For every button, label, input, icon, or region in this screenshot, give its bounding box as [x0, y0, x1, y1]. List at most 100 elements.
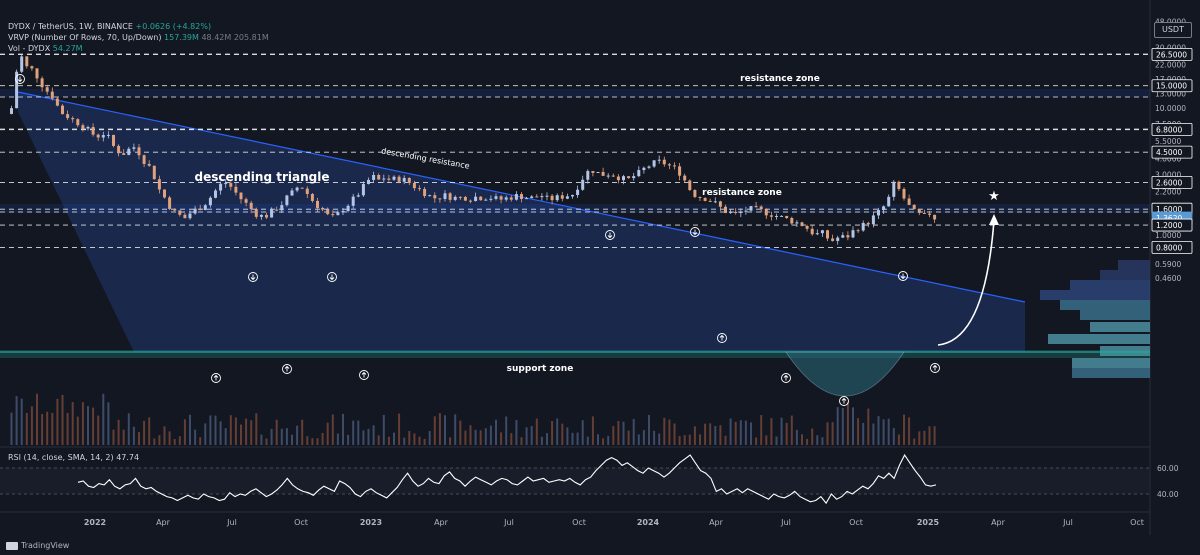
candle-body-96	[499, 196, 503, 200]
volume-bar-61	[321, 432, 324, 445]
candle-body-66	[346, 205, 350, 211]
volume-bar-71	[372, 425, 375, 445]
volume-bar-119	[617, 420, 620, 445]
volume-bar-174	[897, 434, 900, 445]
candle-body-6	[40, 78, 44, 88]
swing-low-marker-6	[930, 363, 940, 373]
candle-body-165	[851, 230, 855, 238]
volume-bar-57	[301, 419, 304, 445]
volume-bar-28	[153, 438, 156, 445]
volume-profile-row-6	[1090, 322, 1150, 332]
volume-bar-26	[143, 420, 146, 445]
candle-body-41	[219, 183, 223, 191]
price-tick-6: 10.0000	[1155, 104, 1186, 113]
candle-body-30	[163, 189, 166, 198]
volume-bar-110	[571, 432, 574, 445]
candle-body-147	[759, 206, 763, 210]
candle-body-21	[117, 145, 121, 154]
volume-bar-106	[551, 421, 554, 445]
candle-body-56	[295, 187, 299, 191]
rsi-header: RSI (14, close, SMA, 14, 2) 47.74	[8, 453, 139, 463]
volume-bar-58	[306, 436, 309, 445]
volume-bar-67	[352, 420, 355, 445]
volume-bar-85	[444, 415, 446, 445]
volume-bar-39	[209, 415, 212, 445]
price-change: +0.0626 (+4.82%)	[135, 22, 212, 31]
candle-body-111	[576, 189, 580, 196]
candle-body-81	[423, 188, 427, 197]
vrvp-value-up: 157.39M	[164, 33, 199, 42]
volume-bar-121	[627, 430, 630, 445]
volume-bar-142	[734, 421, 737, 445]
volume-bar-156	[806, 438, 809, 445]
candle-body-45	[239, 192, 243, 200]
volume-bar-82	[428, 431, 431, 445]
candle-body-105	[545, 195, 549, 197]
candle-body-161	[831, 238, 835, 241]
candle-body-178	[917, 208, 921, 213]
candle-body-90	[469, 200, 472, 202]
rsi-tick-0: 60.00	[1157, 464, 1179, 473]
volume-profile-row-4	[1060, 300, 1150, 310]
candle-body-142	[734, 211, 738, 213]
candle-body-169	[871, 215, 875, 225]
volume-value: 54.27M	[52, 44, 83, 53]
candle-body-132	[683, 175, 687, 181]
volume-bar-19	[107, 402, 110, 445]
volume-bar-127	[658, 433, 661, 445]
volume-bar-29	[158, 435, 161, 445]
candle-body-38	[203, 205, 207, 211]
candle-body-12	[71, 118, 75, 120]
candle-body-180	[928, 213, 931, 215]
candle-body-86	[448, 193, 452, 200]
candle-body-4	[30, 66, 34, 69]
volume-bar-87	[454, 414, 457, 445]
candle-body-9	[55, 98, 59, 106]
candle-body-92	[479, 196, 483, 201]
volume-bar-111	[576, 432, 579, 445]
volume-profile-row-3	[1040, 290, 1150, 300]
price-chart[interactable]: ★ resistance zone resistance zone descendin…	[0, 0, 1200, 555]
candle-body-13	[76, 119, 80, 126]
annotation-0: resistance zone	[740, 74, 820, 84]
volume-bar-147	[760, 415, 763, 445]
time-tick-11: Oct	[849, 518, 863, 527]
candle-body-139	[718, 201, 722, 207]
rsi-value: 47.74	[116, 453, 140, 462]
volume-bar-170	[877, 416, 880, 445]
volume-bar-129	[668, 419, 671, 445]
candle-body-166	[856, 230, 860, 232]
volume-bar-117	[607, 435, 610, 445]
candle-body-11	[66, 114, 70, 119]
candle-body-115	[596, 172, 600, 174]
candle-body-167	[861, 222, 865, 231]
symbol-header: DYDX / TetherUS, 1W, BINANCE +0.0626 (+4…	[8, 22, 211, 32]
candle-body-29	[157, 179, 161, 190]
volume-bar-54	[285, 428, 288, 445]
volume-bar-25	[138, 432, 140, 445]
price-tick-12: 1.0000	[1155, 231, 1181, 240]
price-tick-3: 22.0000	[1155, 61, 1186, 70]
volume-bar-6	[41, 414, 44, 445]
volume-bar-35	[189, 414, 191, 445]
candle-body-128	[662, 159, 666, 165]
annotation-2: descending triangle	[195, 170, 330, 184]
volume-bar-51	[270, 428, 273, 445]
volume-bar-42	[224, 428, 227, 445]
volume-bar-132	[683, 435, 686, 445]
candle-body-112	[581, 179, 585, 190]
volume-bar-63	[331, 414, 334, 445]
candle-body-103	[535, 196, 539, 198]
currency-button[interactable]: USDT	[1154, 22, 1192, 38]
volume-bar-122	[632, 418, 635, 445]
volume-profile-row-1	[1100, 270, 1150, 280]
candle-body-25	[137, 147, 141, 156]
candle-body-100	[520, 194, 523, 199]
candle-body-18	[101, 135, 105, 138]
volume-bar-27	[148, 417, 151, 445]
volume-bar-38	[204, 423, 207, 445]
volume-bar-141	[729, 418, 732, 445]
volume-bar-109	[566, 427, 569, 445]
candle-body-107	[555, 195, 559, 201]
volume-bar-124	[642, 430, 645, 445]
